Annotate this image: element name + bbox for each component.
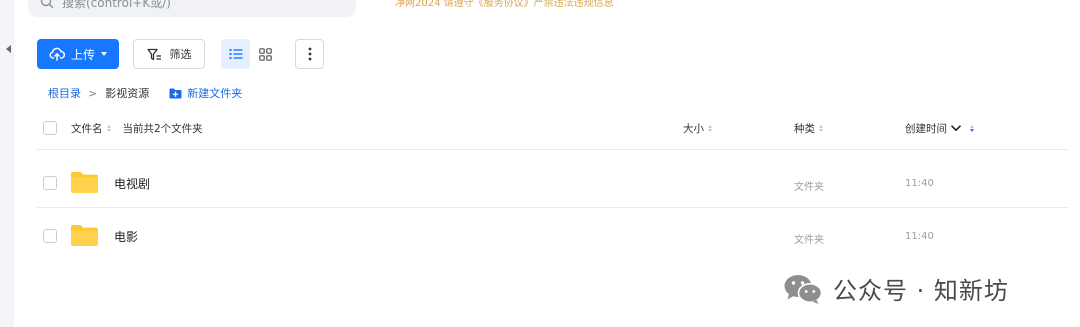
search-placeholder: 搜索(control+K或/) [62,0,171,10]
file-time: 11:40 [905,178,934,189]
collapse-toggle-icon[interactable] [6,45,11,53]
more-options-button[interactable] [295,39,324,69]
column-name-label: 文件名 [71,123,103,135]
folder-icon [71,172,98,193]
sort-icon [819,125,823,132]
list-view-button[interactable] [221,39,250,69]
upload-button[interactable]: 上传 [37,39,119,69]
header-divider [37,149,1068,150]
column-header-size[interactable]: 大小 [683,121,712,136]
column-size-label: 大小 [683,123,704,135]
new-folder-label: 新建文件夹 [187,87,243,100]
new-folder-icon [169,88,182,98]
file-type: 文件夹 [794,182,824,193]
policy-notice: 净网2024 请遵守《服务协议》严禁违法违规信息 [395,0,614,9]
cloud-upload-icon [49,47,65,61]
column-type-label: 种类 [794,123,815,135]
more-vertical-icon [308,47,311,61]
new-folder-button[interactable]: 新建文件夹 [169,85,242,101]
table-row[interactable]: 电影 文件夹 11:40 [0,209,1080,263]
breadcrumb-separator: > [88,86,98,100]
column-header-name[interactable]: 文件名 当前共2个文件夹 [71,121,203,136]
search-input[interactable]: 搜索(control+K或/) [28,0,356,17]
upload-label: 上传 [70,47,95,62]
sort-desc-icon [970,125,974,132]
column-time-label: 创建时间 [905,123,947,135]
file-name[interactable]: 电视剧 [114,175,150,192]
select-all-checkbox[interactable] [43,121,57,135]
file-time: 11:40 [905,231,934,242]
watermark-text: 公众号 · 知新坊 [833,277,1009,305]
chevron-down-icon[interactable] [951,125,961,132]
sort-icon [708,125,712,132]
file-type: 文件夹 [794,235,824,246]
filter-button[interactable]: 筛选 [133,39,205,69]
row-checkbox[interactable] [43,176,57,190]
breadcrumb-current: 影视资源 [105,87,150,100]
grid-view-icon [259,47,272,61]
filter-label: 筛选 [169,48,192,61]
sort-icon [106,125,111,132]
column-header-type[interactable]: 种类 [794,121,823,136]
breadcrumb: 根目录 > 影视资源 新建文件夹 [48,85,242,101]
search-icon [40,0,54,8]
row-divider [37,207,1068,208]
breadcrumb-root-link[interactable]: 根目录 [48,85,81,101]
filter-icon [146,48,161,60]
file-name[interactable]: 电影 [114,228,138,245]
table-row[interactable]: 电视剧 文件夹 11:40 [0,156,1080,210]
folder-count-text: 当前共2个文件夹 [122,123,203,135]
wechat-icon [784,274,823,304]
row-checkbox[interactable] [43,229,57,243]
wechat-watermark: 公众号 · 知新坊 [783,271,1009,306]
folder-icon [71,225,98,246]
grid-view-button[interactable] [251,39,280,69]
list-view-icon [229,49,242,59]
column-header-time[interactable]: 创建时间 [905,121,974,136]
chevron-down-icon [101,52,107,56]
